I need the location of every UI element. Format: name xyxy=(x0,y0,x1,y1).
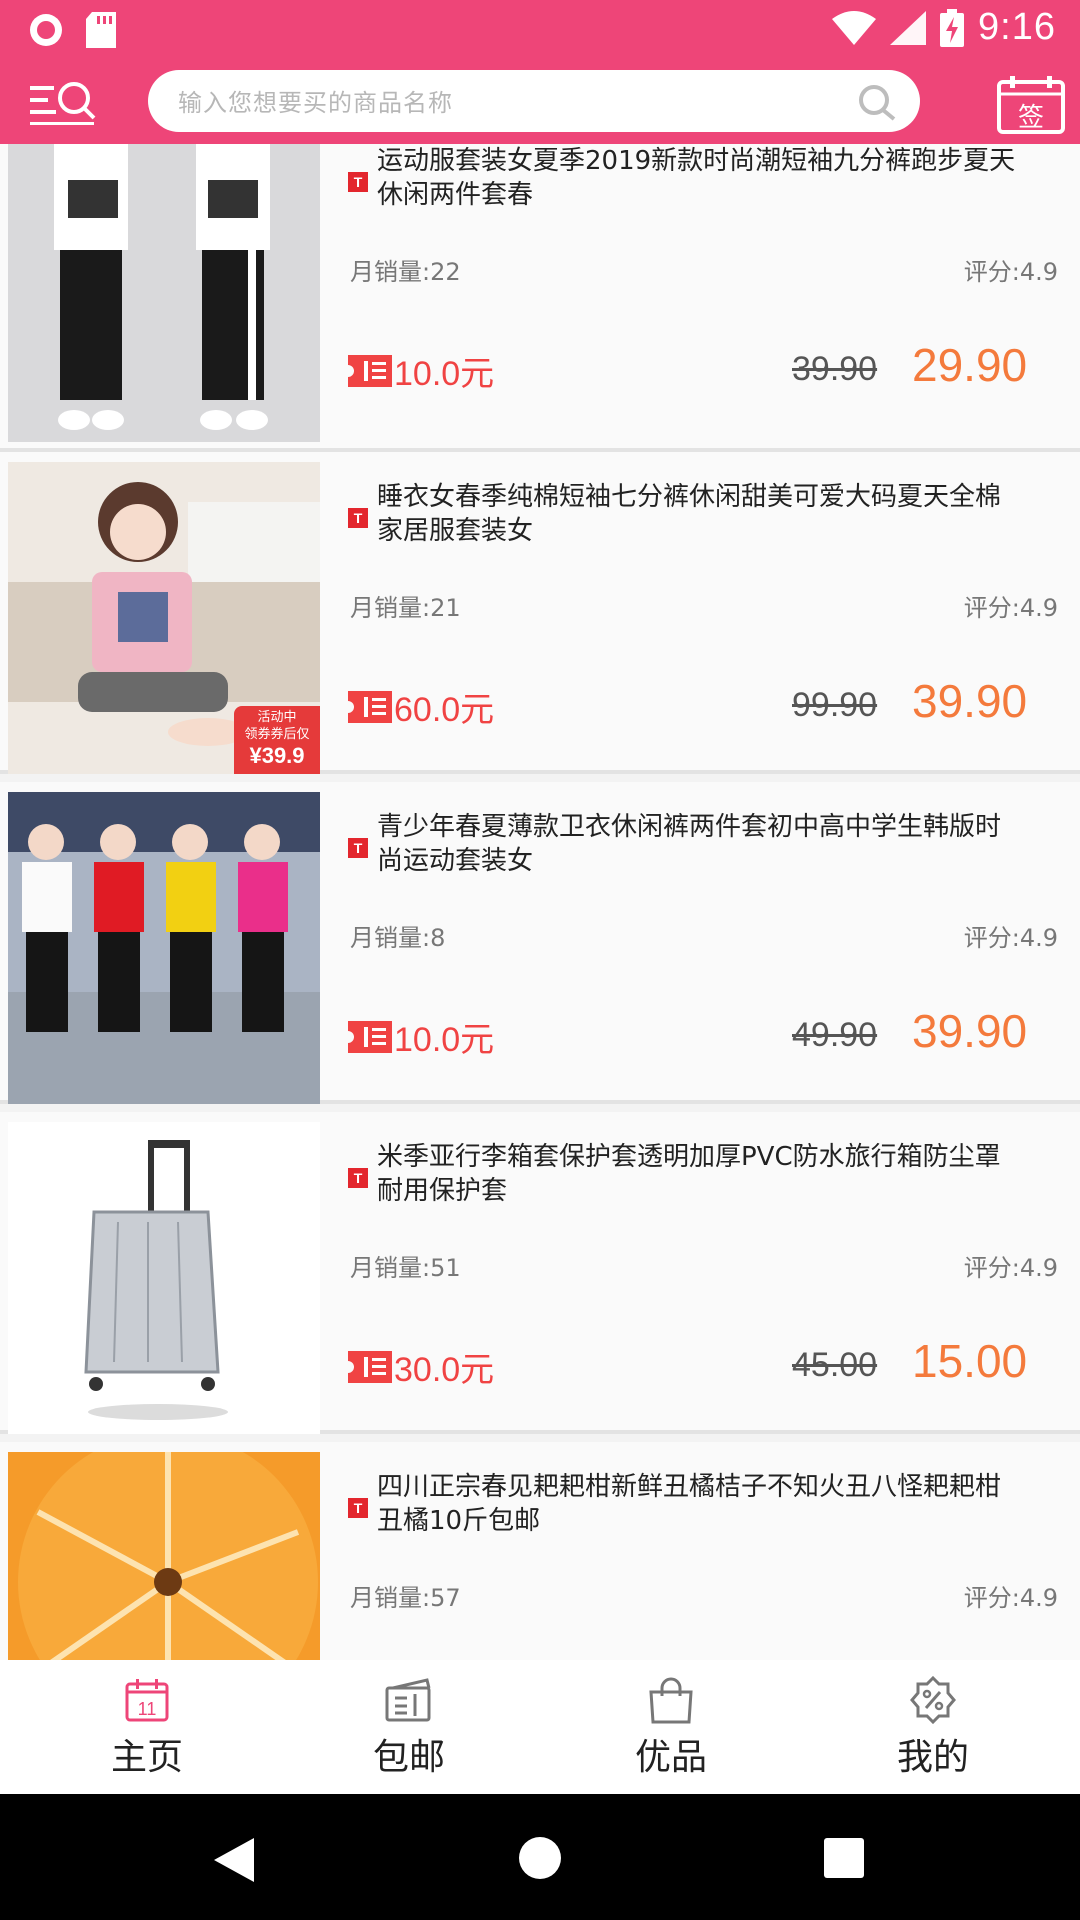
original-price: 45.00 xyxy=(792,1346,878,1384)
product-image[interactable] xyxy=(8,144,320,442)
nav-free-shipping-label: 包邮 xyxy=(372,1737,445,1778)
product-item[interactable]: T 四川正宗春见耙耙柑新鲜丑橘桔子不知火丑八怪耙耙柑丑橘10斤包邮 月销量:57… xyxy=(0,1442,1080,1660)
coupon-amount: 30.0元 xyxy=(394,1351,495,1389)
product-title[interactable]: 青少年春夏薄款卫衣休闲裤两件套初中高中学生韩版时尚运动套装女 xyxy=(377,810,1017,878)
calendar-icon: 11 xyxy=(125,1679,169,1722)
coupon-badge[interactable]: 10.0元 xyxy=(348,1012,494,1061)
sale-price: 39.90 xyxy=(912,675,1028,727)
battery-icon xyxy=(940,8,965,47)
search-icon[interactable] xyxy=(856,82,898,122)
product-image[interactable] xyxy=(8,1122,320,1434)
product-sales: 月销量:8 xyxy=(350,924,446,952)
nav-quality[interactable]: 优品 xyxy=(591,1676,751,1780)
top-header: 输入您想要买的商品名称 签 xyxy=(0,64,1080,144)
tmall-icon: T xyxy=(348,1168,368,1188)
product-rating: 评分:4.9 xyxy=(963,1584,1058,1612)
sale-price: 39.90 xyxy=(912,1005,1028,1057)
tmall-icon: T xyxy=(348,1498,368,1518)
product-rating: 评分:4.9 xyxy=(963,258,1058,286)
product-title[interactable]: 运动服套装女夏季2019新款时尚潮短袖九分裤跑步夏天休闲两件套春 xyxy=(377,144,1017,212)
recents-icon[interactable] xyxy=(824,1838,864,1878)
nav-home[interactable]: 11 主页 xyxy=(67,1676,227,1780)
home-icon[interactable] xyxy=(518,1836,562,1880)
coupon-badge[interactable]: 10.0元 xyxy=(348,346,494,395)
coupon-amount: 10.0元 xyxy=(394,1021,495,1059)
sign-in-label: 签 xyxy=(1018,103,1044,133)
coupon-amount: 10.0元 xyxy=(394,355,495,393)
product-item[interactable]: T 青少年春夏薄款卫衣休闲裤两件套初中高中学生韩版时尚运动套装女 月销量:8 评… xyxy=(0,782,1080,1104)
product-item[interactable]: T 运动服套装女夏季2019新款时尚潮短袖九分裤跑步夏天休闲两件套春 月销量:2… xyxy=(0,144,1080,452)
tmall-icon: T xyxy=(348,508,368,528)
product-title[interactable]: 四川正宗春见耙耙柑新鲜丑橘桔子不知火丑八怪耙耙柑丑橘10斤包邮 xyxy=(377,1470,1017,1538)
back-icon[interactable] xyxy=(214,1838,254,1882)
sale-price: 29.90 xyxy=(912,339,1028,391)
coupon-icon xyxy=(348,1350,392,1383)
product-image[interactable] xyxy=(8,1452,320,1660)
nav-quality-label: 优品 xyxy=(634,1737,707,1778)
product-sales: 月销量:21 xyxy=(350,594,461,622)
clock: 9:16 xyxy=(978,6,1056,48)
sd-card-icon xyxy=(86,12,116,48)
product-rating: 评分:4.9 xyxy=(963,594,1058,622)
coupon-icon xyxy=(348,1020,392,1053)
nav-mine[interactable]: 我的 xyxy=(853,1676,1013,1780)
bottom-nav: 11 主页 包邮 优品 我的 xyxy=(0,1660,1080,1794)
product-title[interactable]: 睡衣女春季纯棉短袖七分裤休闲甜美可爱大码夏天全棉家居服套装女 xyxy=(377,480,1017,548)
product-sales: 月销量:51 xyxy=(350,1254,461,1282)
product-rating: 评分:4.9 xyxy=(963,1254,1058,1282)
original-price: 49.90 xyxy=(792,1016,878,1054)
discount-badge-icon xyxy=(910,1676,956,1724)
wifi-icon xyxy=(832,10,877,45)
promo-badge-price: ¥39.9 xyxy=(249,743,305,768)
coupon-icon xyxy=(348,354,392,387)
tmall-icon: T xyxy=(348,838,368,858)
coupon-badge[interactable]: 60.0元 xyxy=(348,682,494,731)
product-rating: 评分:4.9 xyxy=(963,924,1058,952)
product-sales: 月销量:57 xyxy=(350,1584,461,1612)
nav-mine-label: 我的 xyxy=(896,1737,969,1778)
product-image[interactable]: 活动中 领券券后仅 ¥39.9 xyxy=(8,462,320,774)
voucher-icon xyxy=(385,1678,431,1722)
signal-icon xyxy=(890,10,927,45)
calendar-day: 11 xyxy=(138,1699,157,1719)
promo-badge: 活动中 领券券后仅 ¥39.9 xyxy=(234,706,320,774)
original-price: 99.90 xyxy=(792,686,878,724)
promo-badge-line1: 活动中 xyxy=(257,710,297,725)
search-input[interactable]: 输入您想要买的商品名称 xyxy=(148,70,920,132)
notification-icon xyxy=(30,14,62,46)
sale-price: 15.00 xyxy=(912,1335,1028,1387)
product-sales: 月销量:22 xyxy=(350,258,461,286)
tmall-icon: T xyxy=(348,172,368,192)
coupon-badge[interactable]: 30.0元 xyxy=(348,1342,494,1391)
coupon-amount: 60.0元 xyxy=(394,691,495,729)
nav-home-label: 主页 xyxy=(110,1737,183,1778)
daily-sign-in-button[interactable]: 签 xyxy=(996,74,1066,136)
status-bar: 9:16 xyxy=(0,0,1080,64)
product-title[interactable]: 米季亚行李箱套保护套透明加厚PVC防水旅行箱防尘罩耐用保护套 xyxy=(377,1140,1017,1208)
product-item[interactable]: 活动中 领券券后仅 ¥39.9 T 睡衣女春季纯棉短袖七分裤休闲甜美可爱大码夏天… xyxy=(0,452,1080,774)
nav-free-shipping[interactable]: 包邮 xyxy=(329,1676,489,1780)
system-navigation-bar xyxy=(0,1794,1080,1920)
coupon-icon xyxy=(348,690,392,723)
product-list[interactable]: T 运动服套装女夏季2019新款时尚潮短袖九分裤跑步夏天休闲两件套春 月销量:2… xyxy=(0,144,1080,1660)
product-item[interactable]: T 米季亚行李箱套保护套透明加厚PVC防水旅行箱防尘罩耐用保护套 月销量:51 … xyxy=(0,1112,1080,1434)
category-menu-icon[interactable] xyxy=(28,72,98,130)
search-placeholder: 输入您想要买的商品名称 xyxy=(178,89,453,117)
promo-badge-line2: 领券券后仅 xyxy=(244,727,310,742)
shopping-bag-icon xyxy=(649,1677,693,1724)
product-image[interactable] xyxy=(8,792,320,1104)
original-price: 39.90 xyxy=(792,350,878,388)
